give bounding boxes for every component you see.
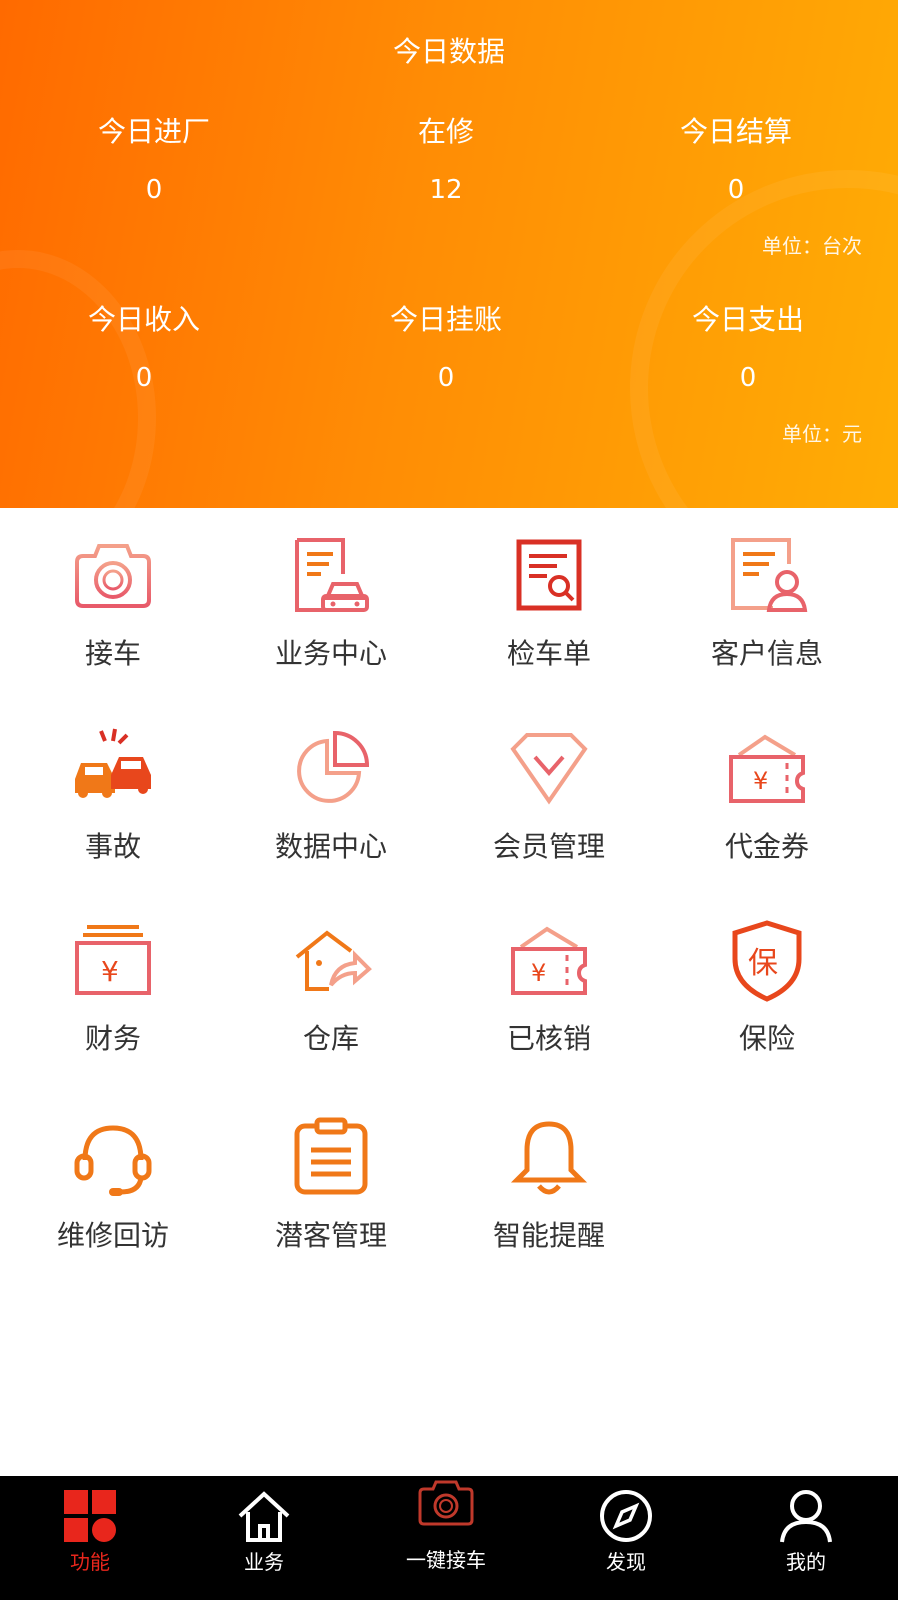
grid-apps-icon (64, 1490, 116, 1542)
ticket-icon: ¥ (511, 926, 587, 995)
stat-today-expense[interactable]: 今日支出 0 (628, 302, 868, 396)
tab-label: 业务 (244, 1550, 284, 1574)
grid-item-label: 仓库 (302, 1022, 359, 1055)
home-icon (238, 1491, 290, 1542)
clipboard-icon (294, 1117, 368, 1195)
grid-item-label: 检车单 (506, 637, 591, 670)
pie-chart-icon (297, 730, 370, 803)
grid-item-prospect-management[interactable]: 潜客管理 (218, 1116, 444, 1254)
unit-label: 单位：元 (782, 422, 862, 446)
warehouse-icon (295, 930, 372, 991)
tab-label: 发现 (606, 1550, 646, 1574)
grid-item-label: 维修回访 (56, 1219, 169, 1252)
customer-card-icon (731, 538, 808, 612)
grid-item-label: 智能提醒 (492, 1219, 605, 1252)
grid-item-voucher[interactable]: ¥ 代金券 (654, 727, 880, 865)
grid-item-repair-followup[interactable]: 维修回访 (0, 1116, 226, 1254)
grid-item-pickup[interactable]: 接车 (0, 534, 226, 672)
stat-today-income[interactable]: 今日收入 0 (24, 302, 264, 396)
stat-in-repair[interactable]: 在修 12 (326, 114, 566, 208)
document-car-icon (295, 538, 369, 612)
stat-value: 0 (135, 363, 153, 393)
grid-item-label: 会员管理 (492, 830, 605, 863)
yuan-box-icon: ¥ (75, 925, 151, 995)
grid-item-smart-reminder[interactable]: 智能提醒 (436, 1116, 662, 1254)
grid-item-verified[interactable]: ¥ 已核销 (436, 919, 662, 1057)
stat-value: 0 (437, 363, 455, 393)
tab-label: 我的 (786, 1550, 826, 1574)
stat-label: 今日挂账 (389, 303, 502, 336)
user-icon (780, 1490, 832, 1543)
tab-discover[interactable]: 发现 (536, 1476, 716, 1600)
grid-item-label: 潜客管理 (274, 1219, 387, 1252)
tab-functions[interactable]: 功能 (0, 1476, 180, 1600)
grid-item-warehouse[interactable]: 仓库 (218, 919, 444, 1057)
inspection-form-icon (516, 539, 582, 611)
stat-value: 0 (727, 175, 745, 205)
grid-item-insurance[interactable]: 保 保险 (654, 919, 880, 1057)
shield-bao-icon: 保 (732, 920, 802, 1002)
svg-text:¥: ¥ (531, 959, 546, 987)
headset-icon (74, 1125, 152, 1196)
camera-icon (75, 544, 151, 608)
svg-text:保: 保 (748, 946, 778, 981)
stat-value: 0 (145, 175, 163, 205)
voucher-icon: ¥ (729, 734, 805, 803)
stat-label: 今日结算 (679, 115, 792, 148)
stat-label: 今日收入 (87, 303, 200, 336)
bottom-tab-bar: 功能 业务 一键接车 发现 我的 (0, 1476, 898, 1600)
diamond-icon (510, 733, 588, 805)
stat-today-credit[interactable]: 今日挂账 0 (326, 302, 566, 396)
grid-item-label: 客户信息 (710, 637, 823, 670)
stat-today-settled[interactable]: 今日结算 0 (616, 114, 856, 208)
grid-item-data-center[interactable]: 数据中心 (218, 727, 444, 865)
grid-item-label: 已核销 (506, 1022, 591, 1055)
grid-item-label: 事故 (84, 830, 141, 863)
panel-title: 今日数据 (392, 35, 505, 68)
grid-item-customer-info[interactable]: 客户信息 (654, 534, 880, 672)
unit-label: 单位：台次 (762, 234, 862, 258)
stat-label: 在修 (417, 115, 474, 148)
svg-text:¥: ¥ (753, 767, 768, 795)
grid-item-business-center[interactable]: 业务中心 (218, 534, 444, 672)
compass-icon (600, 1490, 652, 1542)
grid-item-inspection-form[interactable]: 检车单 (436, 534, 662, 672)
svg-text:¥: ¥ (101, 955, 119, 988)
grid-item-label: 财务 (84, 1022, 141, 1055)
stat-label: 今日支出 (691, 303, 804, 336)
tab-mine[interactable]: 我的 (716, 1476, 896, 1600)
grid-item-label: 保险 (738, 1022, 795, 1055)
bell-icon (510, 1121, 588, 1195)
tab-quick-pickup[interactable]: 一键接车 (356, 1476, 536, 1600)
camera-icon (418, 1480, 474, 1526)
grid-item-membership[interactable]: 会员管理 (436, 727, 662, 865)
grid-item-label: 数据中心 (274, 830, 387, 863)
grid-item-label: 业务中心 (274, 637, 387, 670)
grid-item-label: 接车 (84, 637, 141, 670)
stat-label: 今日进厂 (97, 115, 210, 148)
tab-label: 一键接车 (406, 1548, 486, 1572)
grid-item-finance[interactable]: ¥ 财务 (0, 919, 226, 1057)
stat-value: 12 (429, 175, 463, 205)
grid-item-label: 代金券 (724, 830, 809, 863)
today-data-panel: 今日数据 今日进厂 0 在修 12 今日结算 0 单位：台次 今日收入 0 今日… (0, 0, 898, 508)
stat-today-in[interactable]: 今日进厂 0 (34, 114, 274, 208)
tab-label: 功能 (70, 1550, 110, 1574)
stat-value: 0 (739, 363, 757, 393)
car-crash-icon (75, 728, 151, 798)
grid-item-accident[interactable]: 事故 (0, 727, 226, 865)
tab-business[interactable]: 业务 (174, 1476, 354, 1600)
